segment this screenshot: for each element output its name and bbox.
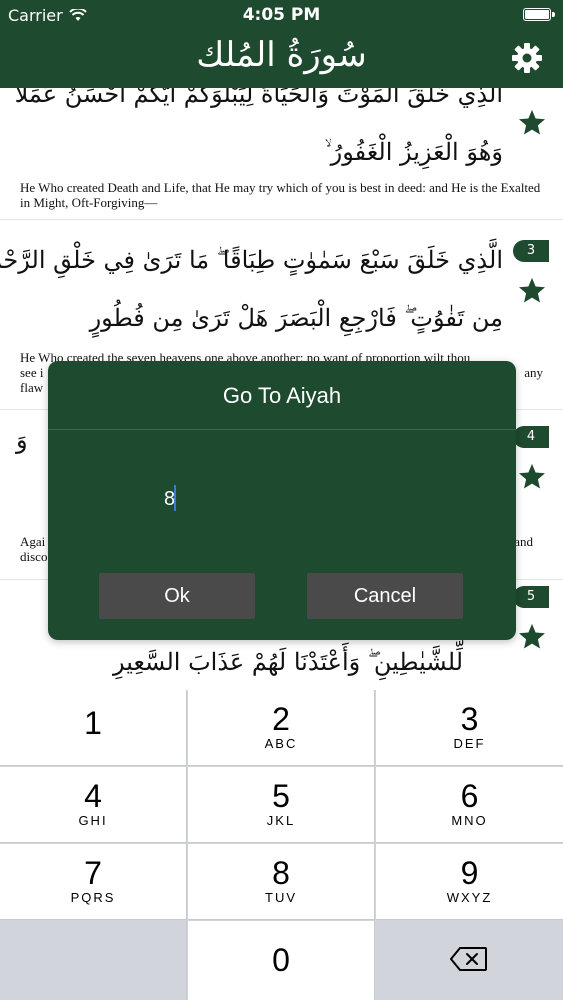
key-2[interactable]: 2 ABC [188, 690, 375, 766]
key-8[interactable]: 8 TUV [188, 844, 375, 920]
key-number: 1 [84, 705, 102, 741]
star-icon[interactable] [517, 108, 547, 138]
status-bar: Carrier 4:05 PM [0, 0, 563, 30]
aiyah-arabic-line: لِّلشَّيٰطِينِ ۖ وَأَعْتَدْنَا لَهُمْ عَ… [112, 648, 463, 676]
key-number: 4 [84, 778, 102, 814]
cancel-button[interactable]: Cancel [307, 573, 463, 619]
go-to-aiyah-dialog: Go To Aiyah Ok Cancel [48, 361, 516, 640]
key-letters: ABC [264, 736, 298, 751]
key-letters: WXYZ [446, 890, 493, 905]
gear-icon[interactable] [511, 42, 543, 74]
aiyah-arabic-line: الَّذِي خَلَقَ سَبْعَ سَمٰوٰتٍ طِبَاقًا … [0, 246, 503, 274]
key-7[interactable]: 7 PQRS [0, 844, 187, 920]
backspace-icon[interactable] [450, 946, 488, 972]
key-letters: DEF [453, 736, 486, 751]
dialog-title: Go To Aiyah [48, 361, 516, 430]
text-caret [174, 485, 176, 511]
key-letters: GHI [78, 813, 108, 828]
aiyah-number-badge: 5 [513, 586, 549, 608]
key-number: 0 [272, 942, 290, 978]
aiyah-translation: He Who created Death and Life, that He m… [20, 180, 541, 210]
key-letters: TUV [265, 890, 297, 905]
key-number: 7 [84, 855, 102, 891]
status-time: 4:05 PM [242, 5, 321, 25]
numeric-keypad: 1 2 ABC 3 DEF 4 GHI 5 JKL 6 MNO 7 PQRS 8 TUV 9W… [0, 690, 563, 1000]
aiyah-item: الَّذِي خَلَقَ الْمَوْتَ وَالْحَيَاةَ لِ… [0, 88, 563, 220]
key-number: 3 [460, 701, 479, 737]
aiyah-number-badge: 4 [513, 426, 549, 448]
aiyah-arabic-line: وَ [16, 426, 28, 454]
aiyah-number-input[interactable] [66, 471, 498, 527]
key-5[interactable]: 5 JKL [188, 767, 375, 843]
aiyah-arabic-line: وَهُوَ الْعَزِيزُ الْغَفُورُ ۙ [324, 138, 503, 166]
key-1[interactable]: 1 [0, 690, 187, 766]
key-letters: MNO [451, 813, 488, 828]
key-number: 2 [272, 701, 290, 737]
ok-button[interactable]: Ok [99, 573, 255, 619]
key-number: 6 [460, 778, 479, 814]
aiyah-arabic-line: الَّذِي خَلَقَ الْمَوْتَ وَالْحَيَاةَ لِ… [14, 88, 503, 108]
key-empty [0, 921, 187, 1000]
app-header: Carrier 4:05 PM سُورَةُ المُلك [0, 0, 563, 88]
key-letters: JKL [266, 813, 296, 828]
key-4[interactable]: 4 GHI [0, 767, 187, 843]
key-number: 5 [272, 778, 290, 814]
key-0[interactable]: 0 [188, 921, 375, 1000]
key-number: 9 [460, 855, 479, 891]
key-6[interactable]: 6 MNO [376, 767, 563, 843]
key-letters: PQRS [70, 890, 116, 905]
star-icon[interactable] [517, 462, 547, 492]
battery-icon [523, 8, 555, 21]
surah-title: سُورَةُ المُلك [196, 35, 367, 75]
key-3[interactable]: 3 DEF [376, 690, 563, 766]
key-number: 8 [272, 855, 290, 891]
aiyah-arabic-line: مِن تَفٰوُتٍ ۖ فَارْجِعِ الْبَصَرَ هَلْ … [89, 304, 503, 332]
key-9[interactable]: 9 WXYZ [376, 844, 563, 920]
